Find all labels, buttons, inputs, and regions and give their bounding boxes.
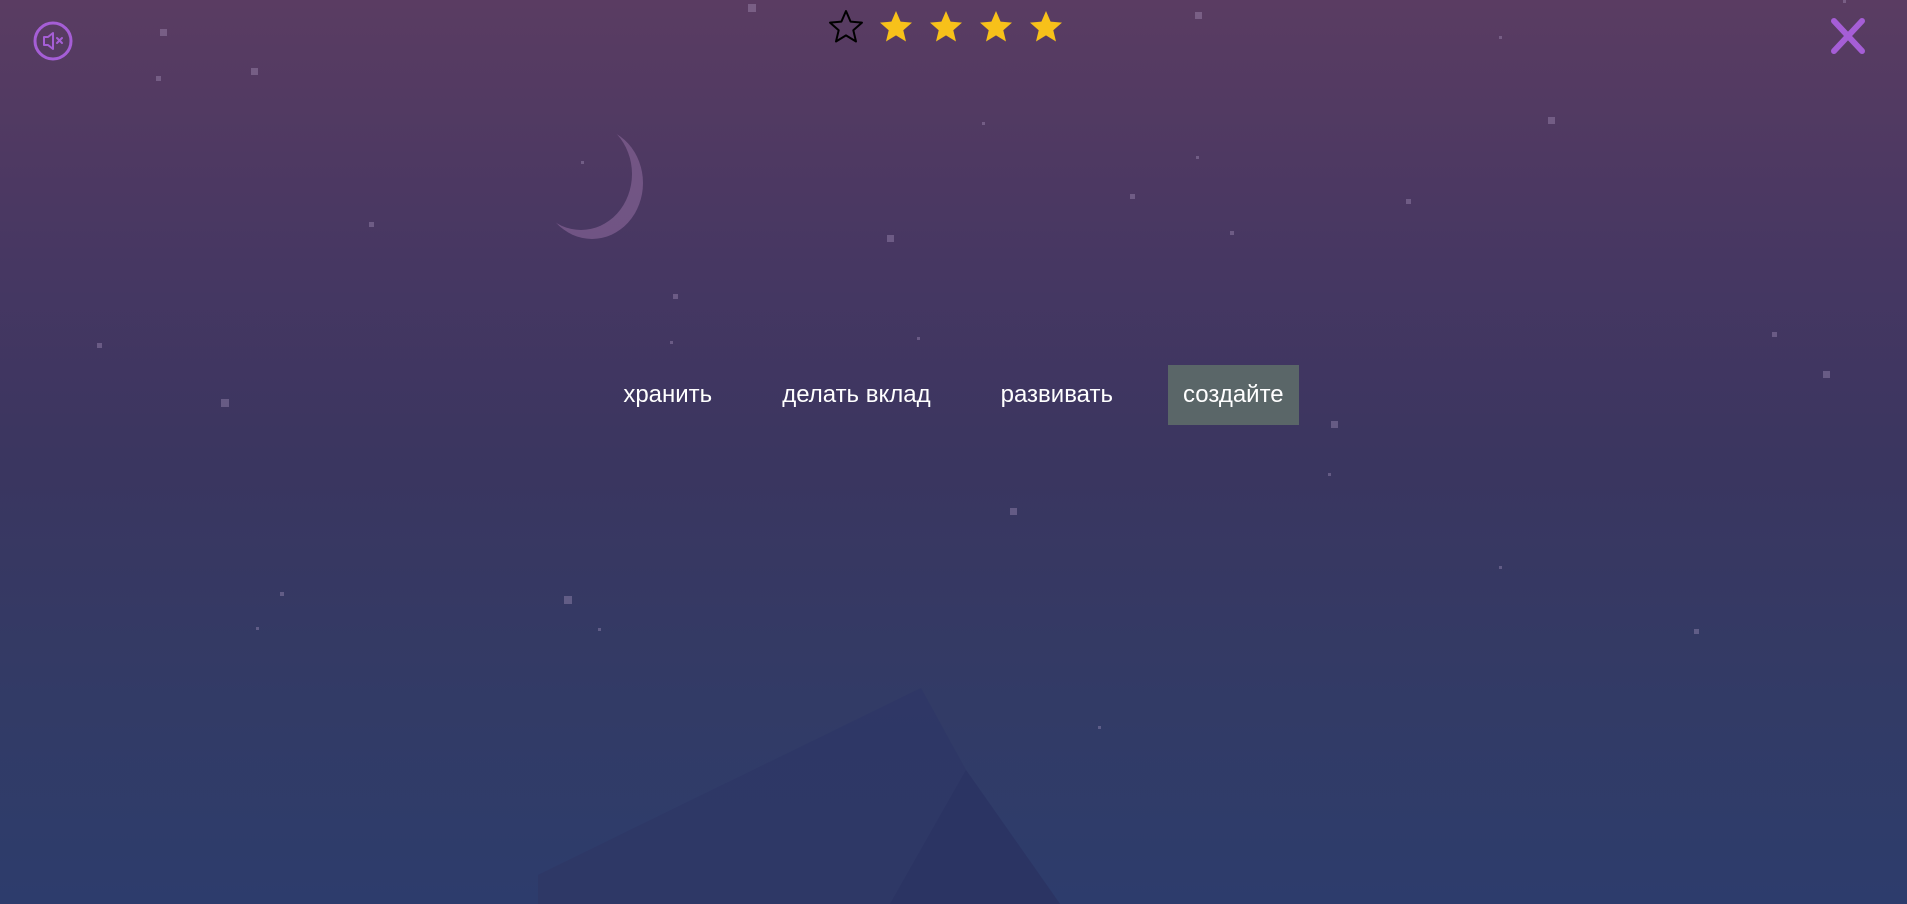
answer-options: хранить делать вклад развивать создайте xyxy=(0,365,1907,425)
option-store[interactable]: хранить xyxy=(608,365,727,425)
close-button[interactable] xyxy=(1826,17,1870,57)
star-rating xyxy=(828,9,1064,45)
speaker-muted-icon xyxy=(33,21,73,61)
filled-star-icon xyxy=(880,11,912,42)
empty-star-icon xyxy=(829,10,863,43)
mountain-silhouette xyxy=(538,688,1060,904)
filled-star-icon xyxy=(930,11,962,42)
option-create[interactable]: создайте xyxy=(1168,365,1299,425)
mute-button[interactable] xyxy=(32,20,74,62)
option-develop[interactable]: развивать xyxy=(986,365,1128,425)
option-contribute[interactable]: делать вклад xyxy=(767,365,945,425)
filled-star-icon xyxy=(980,11,1012,42)
filled-star-icon xyxy=(1030,11,1062,42)
close-x-icon xyxy=(1831,18,1865,54)
